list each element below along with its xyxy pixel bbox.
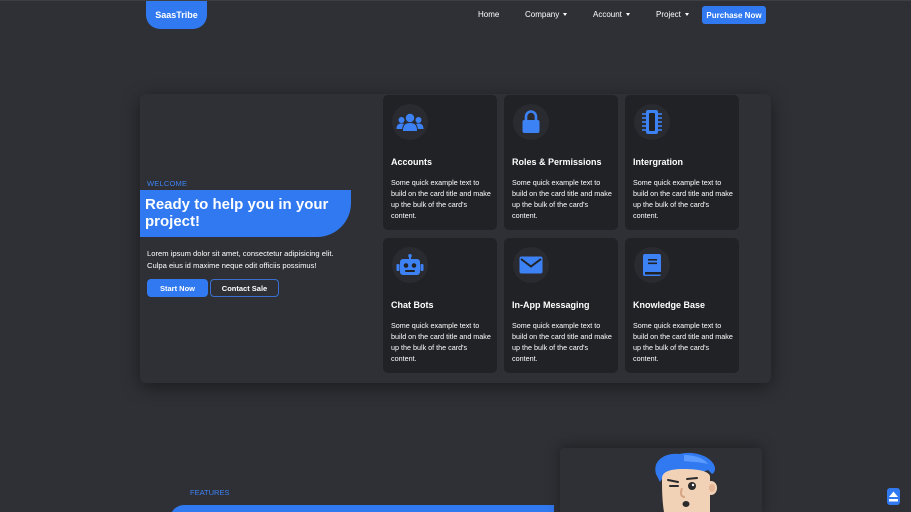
nav-link-label: Account: [593, 10, 622, 19]
card-title: Accounts: [391, 157, 433, 167]
card-roles-permissions[interactable]: Roles & Permissions Some quick example t…: [504, 95, 618, 230]
caret-down-icon: [563, 13, 568, 16]
hero-title: Ready to help you in your project!: [145, 196, 329, 230]
book-icon: [643, 254, 661, 276]
arrow-up-icon: [889, 491, 898, 502]
card-icon-container: [392, 104, 428, 140]
navbar: SaasTribe Home Company Account Project P…: [0, 0, 911, 29]
nav-link-home[interactable]: Home: [478, 10, 499, 19]
card-in-app-messaging[interactable]: In-App Messaging Some quick example text…: [504, 238, 618, 373]
card-title: Chat Bots: [391, 300, 434, 310]
card-text: Some quick example text to build on the …: [391, 178, 491, 220]
card-title: Intergration: [633, 157, 684, 167]
card-icon-container: [634, 247, 670, 283]
card-text: Some quick example text to build on the …: [512, 178, 612, 220]
robot-icon: [396, 254, 424, 275]
card-title: Knowledge Base: [633, 300, 706, 310]
card-chat-bots[interactable]: Chat Bots Some quick example text to bui…: [383, 238, 497, 373]
nav-links: Home Company Account Project: [0, 1, 911, 29]
character-illustration: [655, 452, 717, 512]
nav-link-label: Company: [525, 10, 560, 19]
card-knowledge-base[interactable]: Knowledge Base Some quick example text t…: [625, 238, 739, 373]
nav-link-project[interactable]: Project: [656, 10, 689, 19]
scroll-to-top-button[interactable]: [887, 488, 900, 505]
card-title: In-App Messaging: [512, 300, 590, 310]
features-title-background: [170, 505, 554, 512]
start-now-button[interactable]: Start Now: [147, 279, 208, 297]
envelope-icon: [519, 256, 543, 274]
card-icon-container: [513, 247, 549, 283]
card-text: Some quick example text to build on the …: [512, 321, 612, 363]
users-icon: [396, 113, 424, 131]
card-integration[interactable]: Intergration Some quick example text to …: [625, 95, 739, 230]
caret-down-icon: [625, 13, 630, 16]
caret-down-icon: [684, 13, 689, 16]
card-text: Some quick example text to build on the …: [633, 178, 733, 220]
welcome-label: WELCOME: [147, 179, 188, 188]
card-title: Roles & Permissions: [512, 157, 602, 167]
card-icon-container: [392, 247, 428, 283]
card-text: Some quick example text to build on the …: [633, 321, 733, 363]
microchip-icon: [642, 110, 662, 134]
nav-link-label: Project: [656, 10, 681, 19]
nav-link-label: Home: [478, 10, 500, 19]
purchase-now-button[interactable]: Purchase Now: [702, 6, 766, 24]
hero-description: Lorem ipsum dolor sit amet, consectetur …: [147, 249, 334, 270]
nav-link-account[interactable]: Account: [593, 10, 630, 19]
card-text: Some quick example text to build on the …: [391, 321, 491, 363]
features-label: FEATURES: [190, 488, 230, 497]
contact-sale-button[interactable]: Contact Sale: [210, 279, 279, 297]
card-icon-container: [513, 104, 549, 140]
nav-link-company[interactable]: Company: [525, 10, 568, 19]
card-accounts[interactable]: Accounts Some quick example text to buil…: [383, 95, 497, 230]
card-icon-container: [634, 104, 670, 140]
lock-icon: [522, 110, 540, 133]
